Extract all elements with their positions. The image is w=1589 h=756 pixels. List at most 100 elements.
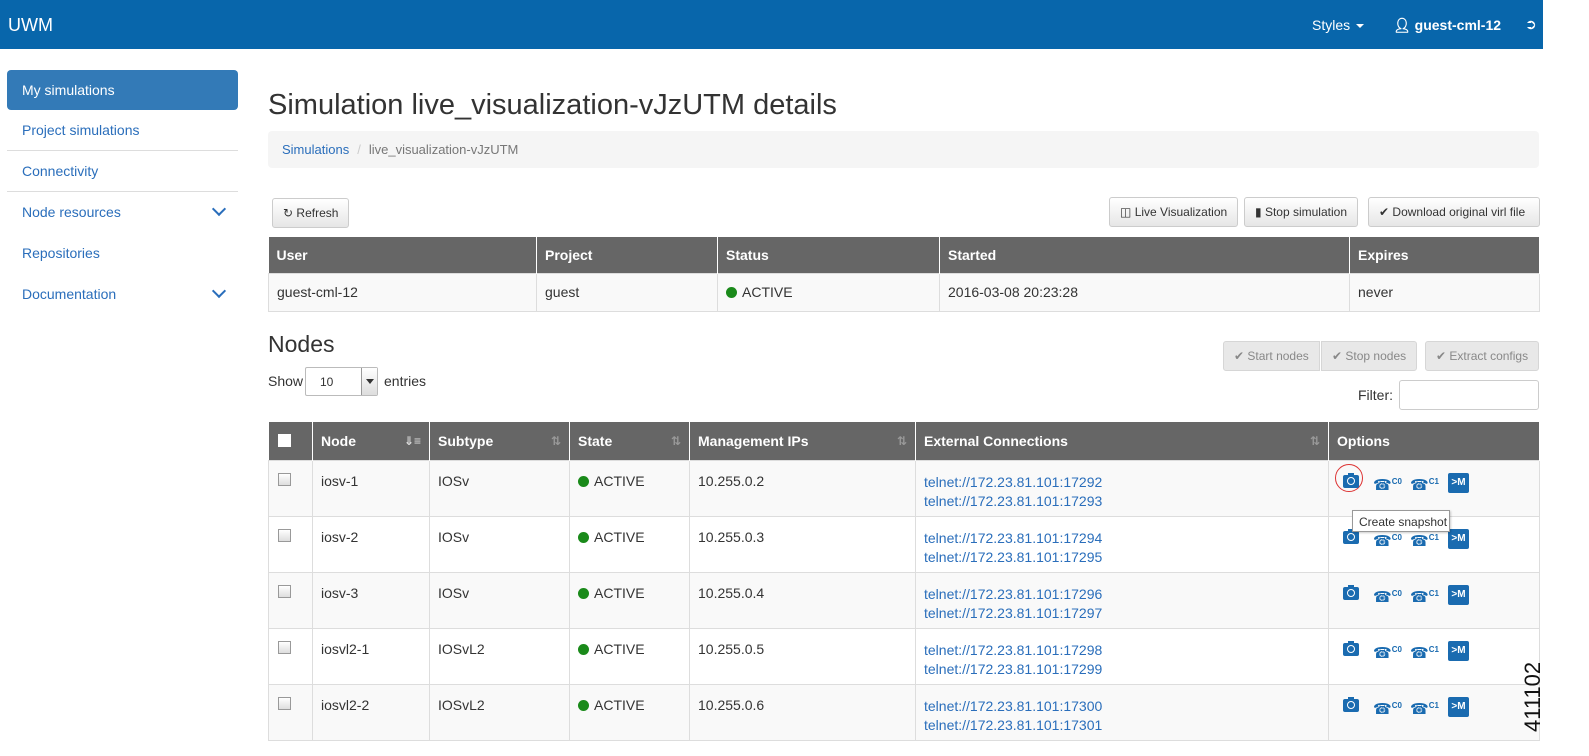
sidebar-item-node-resources[interactable]: Node resources (7, 192, 238, 233)
filter-label: Filter: (1358, 387, 1393, 403)
console1-link[interactable]: telnet://172.23.81.101:17295 (924, 548, 1320, 567)
telnet-console1-icon[interactable]: ☎C1 (1410, 642, 1439, 661)
select-all-header (268, 422, 313, 460)
terminal-icon[interactable]: >M (1448, 528, 1469, 549)
cell-state: ACTIVE (569, 571, 690, 629)
telnet-console1-icon[interactable]: ☎C1 (1410, 698, 1439, 717)
sort-icon[interactable]: ⇅ (671, 434, 681, 448)
cell-node: iosv-1 (312, 459, 430, 517)
telnet-console1-icon[interactable]: ☎C1 (1410, 586, 1439, 605)
filter-input[interactable] (1399, 380, 1539, 410)
state-text: ACTIVE (594, 696, 645, 713)
row-select-cell (268, 459, 313, 517)
styles-dropdown[interactable]: Styles (1312, 17, 1365, 33)
col-header-subtype[interactable]: Subtype ⇅ (429, 422, 570, 460)
telnet-console0-icon[interactable]: ☎C0 (1373, 586, 1402, 605)
cell-node: iosvl2-2 (312, 683, 430, 741)
col-header-node[interactable]: Node ⇓≡ (312, 422, 430, 460)
telnet-console0-icon[interactable]: ☎C0 (1373, 530, 1402, 549)
terminal-icon[interactable]: >M (1448, 584, 1469, 605)
sidebar-item-my-simulations[interactable]: My simulations (7, 70, 238, 110)
camera-icon[interactable] (1343, 528, 1359, 544)
console0-link[interactable]: telnet://172.23.81.101:17292 (924, 473, 1320, 492)
cell-started: 2016-03-08 20:23:28 (939, 272, 1350, 312)
terminal-icon[interactable]: >M (1448, 696, 1469, 717)
console1-link[interactable]: telnet://172.23.81.101:17301 (924, 716, 1320, 735)
telnet-console0-icon[interactable]: ☎C0 (1373, 642, 1402, 661)
user-menu[interactable]: 👤︎ guest-cml-12 (1393, 17, 1501, 34)
brand-logo[interactable]: UWM (8, 15, 53, 36)
telnet-console0-icon[interactable]: ☎C0 (1373, 698, 1402, 717)
nodes-heading: Nodes (268, 331, 335, 357)
cell-subtype: IOSvL2 (429, 627, 570, 685)
sidebar-item-documentation[interactable]: Documentation (7, 274, 238, 315)
camera-icon[interactable] (1343, 640, 1359, 656)
sidebar-item-project-simulations[interactable]: Project simulations (7, 110, 238, 151)
sort-asc-icon[interactable]: ⇓≡ (404, 434, 421, 448)
status-dot-icon (578, 531, 589, 543)
telnet-console1-icon[interactable]: ☎C1 (1410, 530, 1439, 549)
console0-link[interactable]: telnet://172.23.81.101:17294 (924, 529, 1320, 548)
sort-icon[interactable]: ⇅ (897, 434, 907, 448)
create-snapshot-tooltip: Create snapshot (1352, 510, 1450, 532)
simulation-info-table: User Project Status Started Expires gues… (268, 237, 1540, 312)
cell-external-connections: telnet://172.23.81.101:17294 telnet://172… (915, 515, 1329, 573)
console0-link[interactable]: telnet://172.23.81.101:17298 (924, 641, 1320, 660)
status-text: ACTIVE (742, 284, 793, 300)
download-virl-button[interactable]: ✔ Download original virl file (1368, 197, 1540, 227)
console0-link[interactable]: telnet://172.23.81.101:17296 (924, 585, 1320, 604)
col-header-management-ips[interactable]: Management IPs ⇅ (689, 422, 916, 460)
sidebar-item-connectivity[interactable]: Connectivity (7, 151, 238, 192)
camera-icon[interactable] (1343, 472, 1359, 488)
terminal-icon[interactable]: >M (1448, 640, 1469, 661)
cell-management-ip: 10.255.0.2 (689, 459, 916, 517)
stop-simulation-button[interactable]: ▮ Stop simulation (1244, 197, 1358, 227)
console1-link[interactable]: telnet://172.23.81.101:17293 (924, 492, 1320, 511)
col-header-state[interactable]: State ⇅ (569, 422, 690, 460)
cell-node: iosv-3 (312, 571, 430, 629)
live-visualization-button[interactable]: ◫ Live Visualization (1109, 197, 1239, 227)
row-select-cell (268, 683, 313, 741)
row-checkbox[interactable] (278, 696, 291, 710)
cell-options: ☎C0 ☎C1 >M (1328, 627, 1540, 685)
nodes-table: Node ⇓≡ Subtype ⇅ State ⇅ Management IPs ⇅ E… (268, 422, 1540, 741)
cell-options: ☎C0 ☎C1 >M (1328, 571, 1540, 629)
col-header-external-connections[interactable]: External Connections ⇅ (915, 422, 1329, 460)
row-select-cell (268, 571, 313, 629)
select-all-checkbox[interactable] (277, 433, 291, 447)
start-nodes-button[interactable]: ✔ Start nodes (1223, 341, 1320, 371)
sidebar-item-repositories[interactable]: Repositories (7, 233, 238, 274)
terminal-icon[interactable]: >M (1448, 472, 1469, 493)
camera-icon[interactable] (1343, 696, 1359, 712)
cell-subtype: IOSv (429, 459, 570, 517)
cell-expires: never (1349, 272, 1540, 312)
telnet-console1-icon[interactable]: ☎C1 (1410, 474, 1439, 493)
stop-nodes-button[interactable]: ✔ Stop nodes (1321, 341, 1418, 371)
telnet-console0-icon[interactable]: ☎C0 (1373, 474, 1402, 493)
check-icon: ✔ (1436, 349, 1447, 363)
cell-user: guest-cml-12 (268, 272, 537, 312)
cell-management-ip: 10.255.0.4 (689, 571, 916, 629)
console1-link[interactable]: telnet://172.23.81.101:17299 (924, 660, 1320, 679)
row-checkbox[interactable] (278, 528, 291, 542)
sort-icon[interactable]: ⇅ (551, 434, 561, 448)
refresh-button[interactable]: ↻ Refresh (272, 198, 350, 228)
row-checkbox[interactable] (278, 640, 291, 654)
table-row: iosvl2-1 IOSvL2 ACTIVE 10.255.0.5 telnet://1… (268, 627, 1540, 685)
show-label: Show (268, 373, 304, 389)
row-checkbox[interactable] (278, 472, 291, 486)
camera-icon[interactable] (1343, 584, 1359, 600)
sort-icon[interactable]: ⇅ (1310, 434, 1320, 448)
chevron-down-icon[interactable] (361, 368, 377, 395)
logout-icon[interactable]: ➲ (1525, 16, 1537, 33)
col-header-label: Subtype (438, 432, 494, 449)
chevron-down-icon[interactable] (211, 201, 227, 217)
user-name: guest-cml-12 (1414, 17, 1502, 33)
row-checkbox[interactable] (278, 584, 291, 598)
extract-configs-button[interactable]: ✔ Extract configs (1425, 341, 1540, 371)
breadcrumb-simulations-link[interactable]: Simulations (282, 142, 349, 157)
chevron-down-icon[interactable] (211, 283, 227, 299)
console0-link[interactable]: telnet://172.23.81.101:17300 (924, 697, 1320, 716)
page-size-select[interactable]: 10 (305, 367, 378, 396)
console1-link[interactable]: telnet://172.23.81.101:17297 (924, 604, 1320, 623)
